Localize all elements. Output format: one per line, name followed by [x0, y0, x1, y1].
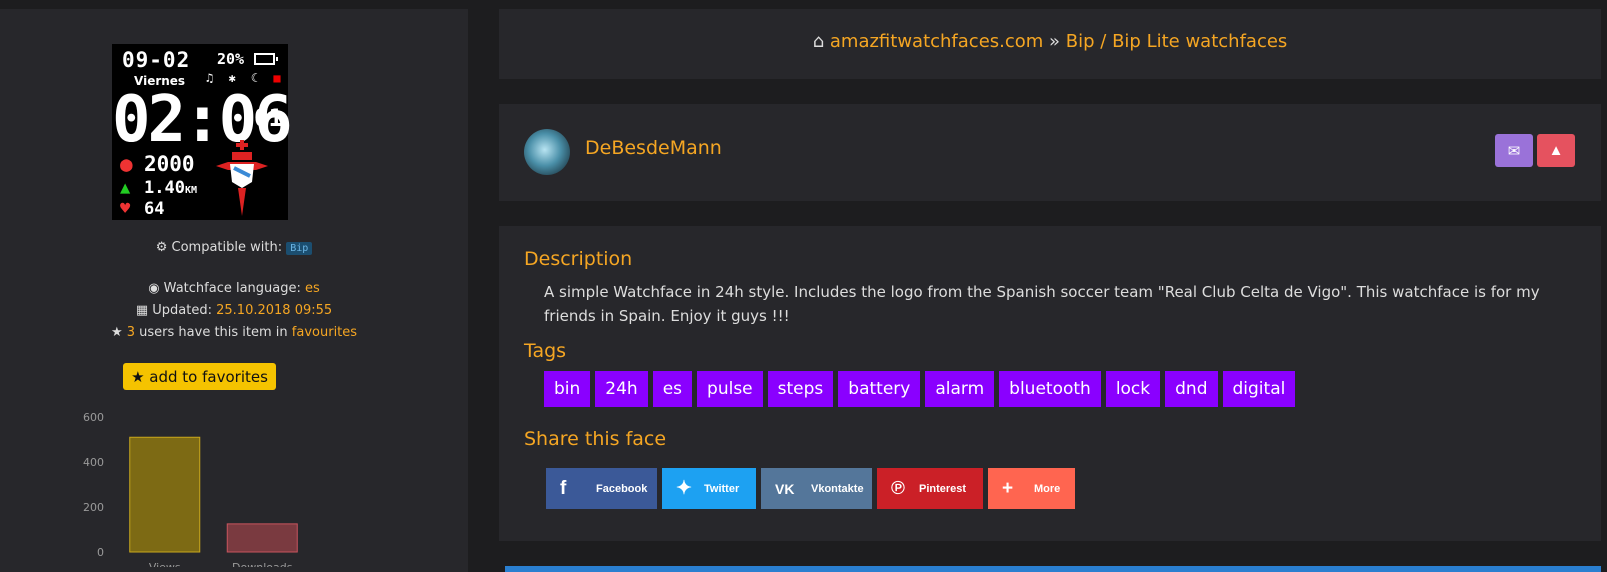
breadcrumb-panel: ⌂ amazfitwatchfaces.com » Bip / Bip Lite…	[499, 9, 1601, 79]
share-heading: Share this face	[524, 428, 667, 450]
heart-icon: ♥	[120, 199, 131, 219]
share-buttons: f Facebook ✦ Twitter VK Vkontakte ℗ Pinteres…	[546, 468, 1075, 509]
share-vkontakte-button[interactable]: VK Vkontakte	[761, 468, 872, 509]
tag-battery[interactable]: battery	[838, 371, 921, 407]
watchface-language: ◉ Watchface language: es	[148, 281, 320, 296]
tag-es[interactable]: es	[652, 371, 693, 407]
favourites-count: ★ 3 users have this item in favourites	[110, 325, 358, 340]
pinterest-icon: ℗	[891, 477, 905, 499]
tag-list: bin 24h es pulse steps battery alarm blu…	[544, 371, 1296, 407]
y-tick-label: 0	[97, 546, 104, 559]
y-tick-label: 400	[83, 456, 104, 469]
tag-dnd[interactable]: dnd	[1165, 371, 1218, 407]
watch-steps: ● 2000	[120, 152, 195, 176]
watch-distance: ▲ 1.40KM	[120, 178, 197, 198]
favourites-link[interactable]: favourites	[292, 325, 357, 340]
calendar-icon: ▦	[135, 303, 149, 318]
plus-icon: +	[1002, 477, 1014, 499]
tag-24h[interactable]: 24h	[595, 371, 648, 407]
updated-date: ▦ Updated: 25.10.2018 09:55	[135, 303, 333, 318]
bars	[129, 436, 298, 553]
tags-heading: Tags	[524, 340, 567, 362]
globe-icon: ◉	[148, 281, 160, 296]
gears-icon: ⚙	[155, 240, 168, 255]
x-tick-label: Downloads	[232, 561, 293, 567]
y-tick-label: 200	[83, 501, 104, 514]
twitter-icon: ✦	[676, 478, 692, 499]
next-panel-edge	[505, 566, 1601, 572]
description-panel: Description A simple Watchface in 24h st…	[499, 226, 1601, 541]
report-button[interactable]: ▲	[1537, 134, 1575, 167]
x-axis: Views Downloads	[149, 561, 293, 567]
compatible-with: ⚙ Compatible with: Bip	[0, 240, 468, 255]
compat-badge: Bip	[286, 242, 313, 255]
stats-bar-chart: 600 400 200 0 Views Downloads	[83, 411, 298, 567]
shoe-icon: ▲	[120, 178, 131, 198]
watchface-preview-image[interactable]: 09-02 20% Viernes ♫ ✱ ☾ ■ 02:06 01 ● 2000…	[112, 44, 293, 220]
sidebar: 09-02 20% Viernes ♫ ✱ ☾ ■ 02:06 01 ● 2000…	[0, 9, 468, 572]
home-icon[interactable]: ⌂	[813, 31, 824, 52]
tag-bin[interactable]: bin	[544, 371, 591, 407]
vk-icon: VK	[775, 480, 795, 497]
tag-lock[interactable]: lock	[1105, 371, 1161, 407]
author-panel: DeBesdeMann ✉ ▲	[499, 104, 1601, 201]
description-heading: Description	[524, 248, 633, 270]
battery-icon	[254, 53, 278, 65]
y-axis: 600 400 200 0	[83, 411, 104, 559]
share-facebook-button[interactable]: f Facebook	[546, 468, 657, 509]
envelope-icon: ✉	[1507, 142, 1521, 160]
watch-battery-percent: 20%	[217, 50, 245, 68]
tag-steps[interactable]: steps	[767, 371, 834, 407]
watch-date: 09-02	[122, 48, 191, 72]
share-more-button[interactable]: + More	[988, 468, 1075, 509]
send-message-button[interactable]: ✉	[1495, 134, 1533, 167]
star-icon: ★	[110, 325, 123, 340]
tag-pulse[interactable]: pulse	[697, 371, 763, 407]
description-text: A simple Watchface in 24h style. Include…	[544, 283, 1540, 325]
watch-pulse: ♥ 64	[120, 199, 165, 219]
avatar[interactable]	[524, 129, 570, 175]
x-tick-label: Views	[149, 561, 181, 567]
watch-seconds: 01	[254, 104, 283, 132]
breadcrumb-site-link[interactable]: amazfitwatchfaces.com	[830, 31, 1043, 52]
steps-icon: ●	[120, 152, 133, 176]
tag-alarm[interactable]: alarm	[925, 371, 995, 407]
celta-crest-logo	[216, 140, 268, 216]
y-tick-label: 600	[83, 411, 104, 424]
share-twitter-button[interactable]: ✦ Twitter	[662, 468, 756, 509]
star-icon: ★	[131, 367, 145, 386]
bar-downloads[interactable]	[226, 523, 298, 553]
share-pinterest-button[interactable]: ℗ Pinterest	[877, 468, 983, 509]
breadcrumb-separator: »	[1049, 31, 1061, 52]
author-name-link[interactable]: DeBesdeMann	[585, 137, 722, 159]
add-to-favorites-button[interactable]: ★ add to favorites	[123, 363, 276, 390]
tag-digital[interactable]: digital	[1222, 371, 1296, 407]
warning-icon: ▲	[1548, 142, 1564, 159]
breadcrumb: ⌂ amazfitwatchfaces.com » Bip / Bip Lite…	[499, 31, 1601, 52]
language-link[interactable]: es	[305, 281, 320, 296]
bar-views[interactable]	[129, 436, 201, 553]
breadcrumb-section-link[interactable]: Bip / Bip Lite watchfaces	[1066, 31, 1288, 52]
tag-bluetooth[interactable]: bluetooth	[999, 371, 1101, 407]
facebook-icon: f	[560, 477, 567, 499]
